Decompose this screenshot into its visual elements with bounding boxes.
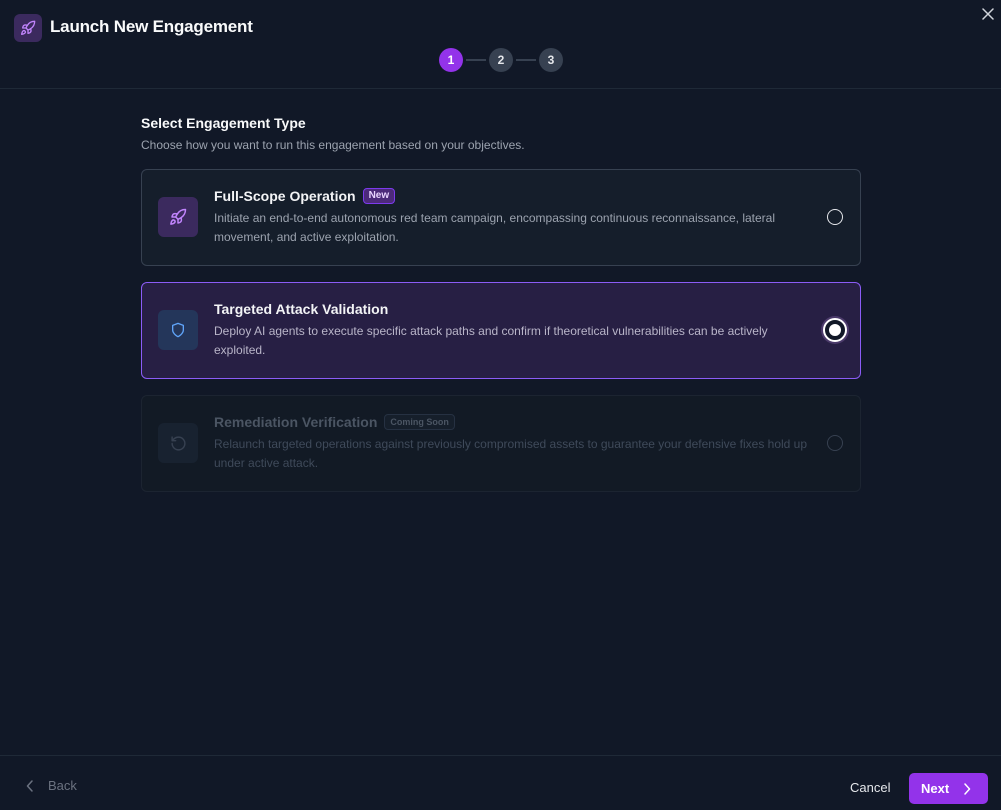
step-1[interactable]: 1: [439, 48, 463, 72]
radio-remediation-verification: [827, 435, 843, 451]
modal-header: Launch New Engagement 1 2 3: [0, 0, 1001, 89]
option-title-row: Remediation Verification Coming Soon: [214, 414, 455, 430]
step-3[interactable]: 3: [539, 48, 563, 72]
close-icon: [982, 8, 994, 20]
rocket-icon: [158, 197, 198, 237]
option-full-scope-operation[interactable]: Full-Scope Operation New Initiate an end…: [141, 169, 861, 266]
option-description: Initiate an end-to-end autonomous red te…: [214, 211, 776, 244]
new-badge: New: [362, 188, 396, 204]
step-connector: [516, 59, 536, 61]
chevron-left-icon: [26, 779, 33, 792]
radio-targeted-attack-validation[interactable]: [823, 318, 847, 342]
radio-full-scope-operation[interactable]: [827, 209, 843, 225]
coming-soon-badge: Coming Soon: [384, 414, 455, 430]
step-2[interactable]: 2: [489, 48, 513, 72]
option-description: Deploy AI agents to execute specific att…: [214, 324, 768, 357]
stepper: 1 2 3: [439, 48, 563, 72]
back-label: Back: [48, 778, 77, 793]
rotate-ccw-icon: [158, 423, 198, 463]
section-title: Select Engagement Type: [141, 115, 306, 131]
option-title-row: Targeted Attack Validation: [214, 301, 388, 317]
option-remediation-verification: Remediation Verification Coming Soon Rel…: [141, 395, 861, 492]
next-button[interactable]: Next: [909, 773, 988, 804]
modal-footer: Back Cancel Next: [0, 755, 1001, 810]
option-title: Full-Scope Operation: [214, 188, 356, 204]
step-connector: [466, 59, 486, 61]
radio-dot: [829, 324, 841, 336]
shield-icon: [158, 310, 198, 350]
close-button[interactable]: [978, 4, 998, 24]
back-button[interactable]: Back: [26, 778, 77, 793]
chevron-right-icon: [964, 782, 971, 795]
option-title: Targeted Attack Validation: [214, 301, 389, 317]
option-title: Remediation Verification: [214, 414, 378, 430]
cancel-button[interactable]: Cancel: [850, 780, 890, 795]
section-subtitle: Choose how you want to run this engageme…: [141, 138, 525, 152]
next-label: Next: [921, 781, 950, 796]
launch-engagement-modal: Launch New Engagement 1 2 3 Select Engag…: [0, 0, 1001, 810]
option-description: Relaunch targeted operations against pre…: [214, 437, 808, 470]
option-targeted-attack-validation[interactable]: Targeted Attack Validation Deploy AI age…: [141, 282, 861, 379]
option-title-row: Full-Scope Operation New: [214, 188, 396, 204]
rocket-icon: [14, 14, 42, 42]
modal-title: Launch New Engagement: [50, 17, 253, 36]
